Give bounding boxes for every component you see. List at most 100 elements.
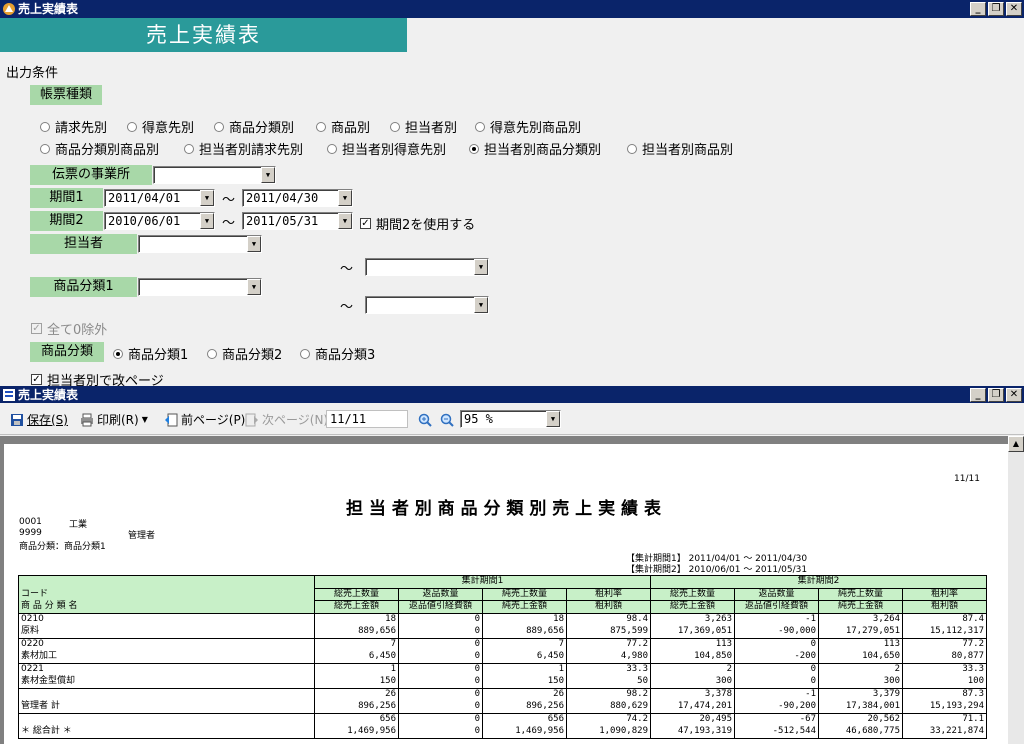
period1-to-input[interactable]: 2011/04/30 ▼ — [242, 189, 353, 207]
chevron-down-icon: ▼ — [474, 259, 488, 275]
calendar-dropdown-icon[interactable]: ▼ — [338, 213, 352, 229]
report-type-radio-row1-4[interactable]: 担当者別 — [390, 117, 457, 136]
radio-icon — [390, 121, 400, 132]
cell-value: 150 — [314, 675, 399, 689]
vertical-scrollbar[interactable]: ▲ — [1008, 436, 1024, 744]
viewer-restore-button[interactable]: ❐ — [988, 388, 1004, 402]
scroll-up-icon[interactable]: ▲ — [1008, 436, 1024, 452]
category1-to-select[interactable]: ▼ — [365, 296, 489, 314]
cell-value: 50 — [566, 675, 651, 689]
office-select[interactable]: ▼ — [153, 166, 276, 184]
cell-value: 0 — [398, 700, 483, 714]
calendar-dropdown-icon[interactable]: ▼ — [200, 190, 214, 206]
header-sub-bottom: 純売上金額 — [482, 600, 567, 614]
cell-value: 46,680,775 — [818, 725, 903, 739]
report-preview[interactable]: 11/11 担 当 者 別 商 品 分 類 別 売 上 実 績 表 0001 工… — [0, 436, 1008, 744]
header-name: 商 品 分 類 名 — [18, 600, 315, 614]
report-type-radio-row2-1[interactable]: 担当者別請求先別 — [184, 139, 303, 158]
cell-value: 33.3 — [566, 662, 651, 676]
staff-name: 管理者 — [128, 531, 156, 541]
period1-from-input[interactable]: 2011/04/01 ▼ — [104, 189, 215, 207]
calendar-dropdown-icon[interactable]: ▼ — [200, 213, 214, 229]
cell-value: 0 — [734, 662, 819, 676]
cell-value: 113 — [650, 637, 735, 651]
radio-icon — [207, 348, 217, 359]
prev-page-button[interactable]: 前ページ(P) — [164, 411, 245, 428]
staff-tilde: ～ — [340, 262, 354, 277]
output-conditions-label: 出力条件 — [6, 66, 59, 81]
viewer-close-button[interactable]: ✕ — [1006, 388, 1022, 402]
zoom-select[interactable]: 95 % ▼ — [460, 410, 561, 428]
radio-icon — [113, 348, 123, 359]
cell-value: 6,450 — [482, 650, 567, 664]
period2-to-input[interactable]: 2011/05/31 ▼ — [242, 212, 353, 230]
category1-select[interactable]: ▼ — [138, 278, 262, 296]
staff-label: 担当者 — [30, 234, 137, 254]
cell-value: 17,474,201 — [650, 700, 735, 714]
table-row: 原料 889,656 0 889,656 875,599 17,369,051 -90,00… — [18, 625, 987, 639]
cell-value: 17,384,001 — [818, 700, 903, 714]
viewer-minimize-button[interactable]: _ — [970, 388, 986, 402]
report-type-radio-row1-3[interactable]: 商品別 — [316, 117, 370, 136]
category-radio-2[interactable]: 商品分類3 — [300, 344, 375, 363]
cell-value: -200 — [734, 650, 819, 664]
report-type-radio-row2-4[interactable]: 担当者別商品別 — [627, 139, 733, 158]
report-type-radio-row1-5[interactable]: 得意先別商品別 — [475, 117, 581, 136]
minimize-button[interactable]: _ — [970, 2, 986, 16]
report-period2: 【集計期間2】 2010/06/01 ～ 2011/05/31 — [626, 565, 808, 575]
restore-button[interactable]: ❐ — [988, 2, 1004, 16]
print-button[interactable]: 印刷(R) ▼ — [80, 411, 148, 428]
cell-value: 150 — [482, 675, 567, 689]
cell-value: 0 — [398, 637, 483, 651]
report-type-radio-row1-2[interactable]: 商品分類別 — [214, 117, 294, 136]
staff-to-select[interactable]: ▼ — [365, 258, 489, 276]
chevron-down-icon: ▼ — [247, 279, 261, 295]
cell-value: 87.3 — [902, 687, 987, 701]
staff-select[interactable]: ▼ — [138, 235, 262, 253]
save-button[interactable]: 保存(S) — [10, 411, 68, 428]
cell-value: 1,469,956 — [314, 725, 399, 739]
period1-label: 期間1 — [30, 188, 103, 208]
page-banner: 売上実績表 — [0, 18, 407, 52]
table-row: 素材金型償却 150 0 150 50 300 0 300 100 — [18, 675, 987, 689]
cell-value: 98.4 — [566, 612, 651, 626]
radio-icon — [127, 121, 137, 132]
next-page-button[interactable]: 次ページ(N) — [245, 411, 328, 428]
cell-value: 0 — [398, 725, 483, 739]
cell-value: 80,877 — [902, 650, 987, 664]
header-sub-top: 返品数量 — [734, 587, 819, 601]
row-code — [18, 687, 315, 701]
category-label: 商品分類 — [30, 342, 104, 362]
report-type-radio-row2-2[interactable]: 担当者別得意先別 — [327, 139, 446, 158]
calendar-dropdown-icon[interactable]: ▼ — [338, 190, 352, 206]
window-title: 売上実績表 — [18, 2, 79, 16]
zoom-out-icon[interactable] — [440, 413, 454, 427]
report-type-radio-row1-1[interactable]: 得意先別 — [127, 117, 194, 136]
period2-from-input[interactable]: 2010/06/01 ▼ — [104, 212, 215, 230]
report-type-radio-row1-0[interactable]: 請求先別 — [40, 117, 107, 136]
checkbox-checked-icon: ✓ — [31, 374, 42, 385]
header-sub-top: 純売上数量 — [482, 587, 567, 601]
cell-value: -1 — [734, 687, 819, 701]
cell-value: 74.2 — [566, 712, 651, 726]
chevron-down-icon[interactable]: ▼ — [142, 415, 148, 424]
category-radio-0[interactable]: 商品分類1 — [113, 344, 188, 363]
report-type-radio-row2-0[interactable]: 商品分類別商品別 — [40, 139, 159, 158]
report-window-icon — [3, 389, 15, 401]
cell-value: 20,562 — [818, 712, 903, 726]
header-sub-bottom: 粗利額 — [566, 600, 651, 614]
header-blank — [18, 575, 315, 588]
use-period2-checkbox[interactable]: ✓ 期間2を使用する — [360, 214, 475, 233]
category-radio-1[interactable]: 商品分類2 — [207, 344, 282, 363]
viewer-titlebar[interactable]: 売上実績表 _ ❐ ✕ — [0, 386, 1024, 404]
cell-value: 1 — [314, 662, 399, 676]
main-titlebar[interactable]: 売上実績表 _ ❐ ✕ — [0, 0, 1024, 18]
exclude-zero-checkbox[interactable]: ✓ 全て0除外 — [31, 319, 107, 338]
zoom-in-icon[interactable] — [418, 413, 432, 427]
cell-value: 26 — [314, 687, 399, 701]
page-number-input[interactable]: 11/11 — [326, 410, 408, 428]
cell-value: 100 — [902, 675, 987, 689]
report-type-radio-row2-3[interactable]: 担当者別商品分類別 — [469, 139, 601, 158]
close-button[interactable]: ✕ — [1006, 2, 1022, 16]
cell-value: 656 — [482, 712, 567, 726]
